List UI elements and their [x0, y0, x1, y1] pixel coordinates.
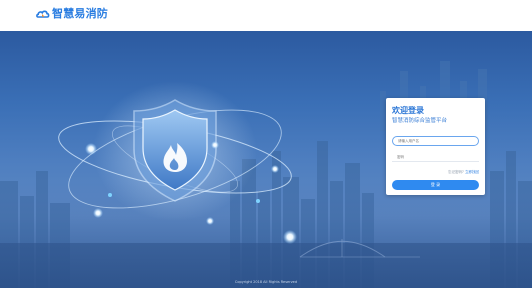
login-button[interactable]: 登 录 — [392, 180, 479, 190]
login-title: 欢迎登录 — [392, 106, 424, 115]
forgot-password-row: 忘记密码? 立即找回 — [448, 170, 479, 175]
login-subtitle: 智慧消防综合监管平台 — [392, 118, 448, 124]
hero-background: 欢迎登录 智慧消防综合监管平台 忘记密码? 立即找回 登 录 — [0, 31, 532, 288]
forgot-password-link[interactable]: 立即找回 — [465, 170, 479, 174]
forgot-password-text: 忘记密码? — [448, 170, 464, 174]
brand-logo[interactable]: 智慧易消防 — [36, 6, 108, 22]
top-bar: 智慧易消防 — [0, 0, 532, 31]
login-card: 欢迎登录 智慧消防综合监管平台 忘记密码? 立即找回 登 录 — [386, 98, 485, 195]
password-input[interactable] — [392, 152, 479, 162]
username-input[interactable] — [392, 136, 479, 146]
cloud-flame-icon — [36, 10, 50, 18]
copyright-text: Copyright 2018 All Rights Reserved — [234, 280, 298, 284]
brand-name: 智慧易消防 — [52, 7, 108, 20]
